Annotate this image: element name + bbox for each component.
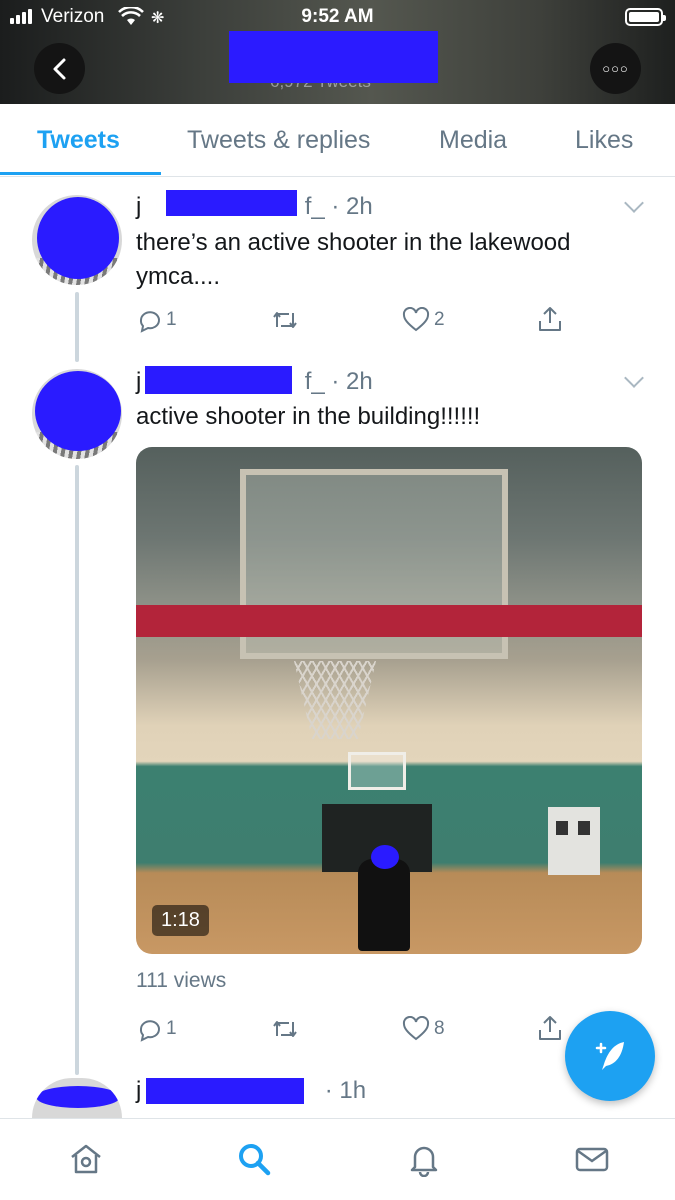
profile-tabs: Tweets Tweets & replies Media Likes	[0, 104, 675, 177]
share-button[interactable]	[537, 1014, 563, 1042]
chevron-left-icon	[53, 58, 65, 79]
reply-count: 1	[166, 309, 177, 330]
tab-tweets[interactable]: Tweets	[37, 126, 120, 155]
tweet-text-line: there’s an active shooter in the lakewoo…	[136, 229, 571, 256]
tweet-text-line: ymca....	[136, 263, 221, 290]
heart-icon	[402, 307, 430, 332]
tweet-time: 1h	[339, 1077, 367, 1104]
more-options-button[interactable]: ○○○	[590, 43, 641, 94]
avatar[interactable]	[32, 195, 122, 285]
handle-start: j	[136, 368, 142, 395]
compose-tweet-button[interactable]	[565, 1011, 655, 1101]
avatar[interactable]	[32, 369, 122, 459]
tweet-time: 2h	[346, 193, 373, 220]
tweet-time: 2h	[346, 368, 373, 395]
handle-end: f_	[304, 193, 325, 220]
reply-icon	[139, 311, 160, 333]
search-icon[interactable]	[236, 1141, 272, 1182]
chevron-down-icon[interactable]	[624, 193, 644, 213]
reply-button[interactable]: 1	[136, 307, 177, 333]
person-figure	[358, 859, 410, 951]
retweet-button[interactable]	[270, 1016, 300, 1042]
avatar[interactable]	[32, 1078, 122, 1118]
like-button[interactable]: 2	[402, 307, 445, 333]
retweet-icon	[273, 1021, 297, 1037]
share-icon	[539, 1016, 561, 1040]
active-tab-indicator	[0, 172, 161, 175]
tab-likes[interactable]: Likes	[575, 126, 633, 155]
notifications-icon[interactable]	[406, 1141, 442, 1182]
reply-icon	[139, 1020, 160, 1042]
tab-tweets-replies[interactable]: Tweets & replies	[187, 126, 370, 155]
home-icon[interactable]	[68, 1141, 104, 1182]
profile-name-redacted	[229, 31, 438, 83]
like-button[interactable]: 8	[402, 1016, 445, 1042]
reply-count: 1	[166, 1018, 177, 1039]
handle-start: j	[136, 193, 142, 220]
back-button[interactable]	[34, 43, 85, 94]
chevron-down-icon[interactable]	[624, 368, 644, 388]
tab-media[interactable]: Media	[439, 126, 507, 155]
status-bar: Verizon ❋ 9:52 AM	[0, 0, 675, 34]
video-player[interactable]: 1:18	[136, 447, 642, 954]
username-redacted	[146, 1078, 304, 1104]
username-redacted	[145, 366, 292, 394]
share-icon	[539, 307, 561, 331]
like-count: 2	[434, 309, 445, 330]
reply-button[interactable]: 1	[136, 1016, 177, 1042]
compose-quill-icon	[595, 1042, 624, 1070]
username-redacted	[166, 190, 297, 216]
profile-header: Verizon ❋ 9:52 AM 6,972 Tweets ○○○	[0, 0, 675, 104]
retweet-icon	[273, 312, 297, 328]
messages-icon[interactable]	[574, 1141, 610, 1182]
tweet-text: there’s an active shooter in the lakewoo…	[136, 226, 571, 294]
video-duration: 1:18	[152, 905, 209, 936]
more-icon: ○○○	[602, 61, 629, 76]
bottom-tab-bar	[0, 1118, 675, 1200]
share-button[interactable]	[537, 305, 563, 333]
clock: 9:52 AM	[301, 6, 374, 27]
heart-icon	[402, 1016, 430, 1041]
thread-connector	[75, 465, 79, 1075]
battery-icon	[625, 8, 666, 26]
like-count: 8	[434, 1018, 445, 1039]
view-count: 111 views	[136, 969, 227, 992]
face-redacted	[371, 845, 399, 869]
retweet-button[interactable]	[270, 307, 300, 333]
thread-connector	[75, 292, 79, 362]
tweet-text: active shooter in the building!!!!!!	[136, 403, 481, 430]
handle-end: f_	[304, 368, 325, 395]
handle-start: j	[136, 1077, 142, 1104]
basketball-net	[294, 661, 376, 739]
